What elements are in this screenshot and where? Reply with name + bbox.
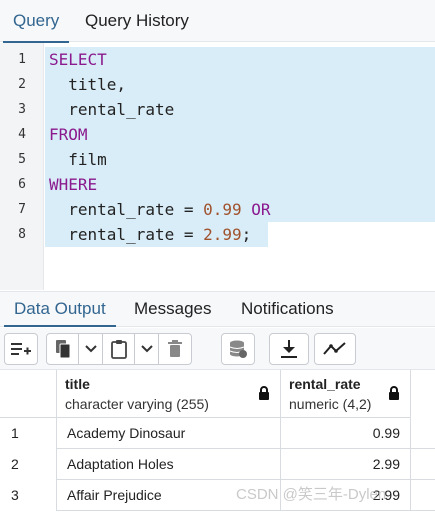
code-line: rental_rate = 2.99; (45, 222, 268, 247)
lock-icon (259, 386, 269, 400)
trash-icon (168, 340, 182, 357)
code-line: FROM (45, 122, 435, 147)
paste-button[interactable] (103, 334, 135, 364)
code-line: film (45, 147, 435, 172)
line-number: 7 (18, 202, 26, 217)
code-text: rental_rate = (68, 225, 204, 244)
save-data-icon (229, 340, 247, 358)
row-number: 2 (0, 449, 57, 480)
query-tab-bar: Query Query History (0, 0, 435, 43)
cell-rental-rate[interactable]: 0.99 (281, 418, 411, 449)
results-grid: title character varying (255) rental_rat… (0, 370, 435, 514)
table-row[interactable]: 1 Academy Dinosaur 0.99 (0, 418, 435, 449)
chevron-down-icon (84, 345, 97, 353)
download-group (269, 333, 309, 365)
copy-icon (55, 340, 70, 359)
line-number: 2 (18, 77, 26, 92)
save-data-group (221, 333, 255, 365)
lock-icon (389, 386, 399, 400)
line-number: 4 (18, 127, 26, 142)
data-output-toolbar (0, 328, 435, 370)
row-number: 3 (0, 480, 57, 511)
code-text: rental_rate = (68, 200, 204, 219)
row-number-header (0, 370, 57, 418)
line-number: 1 (18, 52, 26, 67)
code-text: title, (68, 75, 127, 94)
line-number: 6 (18, 177, 26, 192)
code-line: rental_rate (45, 97, 435, 122)
numeric-literal: 2.99 (203, 225, 242, 244)
row-number: 1 (0, 418, 57, 449)
column-name: rental_rate (289, 376, 361, 392)
cell-title[interactable]: Academy Dinosaur (57, 418, 281, 449)
table-row[interactable]: 3 Affair Prejudice 2.99 (0, 480, 435, 511)
code-line: WHERE (45, 172, 435, 197)
copy-button[interactable] (47, 334, 79, 364)
line-number: 3 (18, 102, 26, 117)
add-row-button[interactable] (5, 334, 37, 364)
line-number: 8 (18, 227, 26, 242)
cell-rental-rate[interactable]: 2.99 (281, 449, 411, 480)
tab-data-output[interactable]: Data Output (4, 292, 116, 327)
line-number-gutter: 1 2 3 4 5 6 7 8 (0, 43, 44, 290)
code-line: title, (45, 72, 435, 97)
tab-messages[interactable]: Messages (134, 292, 211, 326)
table-row[interactable]: 2 Adaptation Holes 2.99 (0, 449, 435, 480)
code-text: ; (241, 225, 252, 244)
copy-options-dropdown[interactable] (79, 334, 103, 364)
download-icon (281, 340, 297, 358)
graph-icon (323, 342, 346, 355)
sql-keyword: FROM (49, 125, 88, 144)
cell-title[interactable]: Adaptation Holes (57, 449, 281, 480)
column-header-title[interactable]: title character varying (255) (57, 370, 281, 418)
add-row-icon (11, 343, 31, 355)
cell-title[interactable]: Affair Prejudice (57, 480, 281, 511)
save-data-button[interactable] (222, 334, 254, 364)
paste-icon (110, 340, 127, 359)
column-header-rental-rate[interactable]: rental_rate numeric (4,2) (281, 370, 411, 418)
add-row-group (4, 333, 38, 365)
chevron-down-icon (140, 345, 153, 353)
sql-keyword: SELECT (49, 50, 107, 69)
code-line: SELECT (45, 47, 435, 72)
graph-group (314, 333, 356, 365)
tab-notifications[interactable]: Notifications (241, 292, 334, 326)
sql-editor[interactable]: 1 2 3 4 5 6 7 8 SELECT title, rental_rat… (0, 43, 435, 290)
paste-options-dropdown[interactable] (135, 334, 159, 364)
sql-keyword: WHERE (49, 175, 98, 194)
numeric-literal: 0.99 (203, 200, 242, 219)
sql-keyword: OR (241, 200, 271, 219)
line-number: 5 (18, 152, 26, 167)
output-tab-bar: Data Output Messages Notifications (0, 291, 435, 327)
column-type: character varying (255) (65, 396, 209, 412)
tab-query[interactable]: Query (2, 0, 70, 43)
tab-query-history[interactable]: Query History (85, 0, 189, 42)
code-line: rental_rate = 0.99 OR (45, 197, 435, 222)
cell-rental-rate[interactable]: 2.99 (281, 480, 411, 511)
code-text: rental_rate (68, 100, 175, 119)
copy-paste-group (46, 333, 192, 365)
column-name: title (65, 376, 90, 392)
code-text: film (68, 150, 107, 169)
column-type: numeric (4,2) (289, 396, 372, 412)
delete-row-button[interactable] (159, 334, 191, 364)
download-button[interactable] (270, 334, 308, 364)
graph-visualiser-button[interactable] (315, 334, 355, 364)
